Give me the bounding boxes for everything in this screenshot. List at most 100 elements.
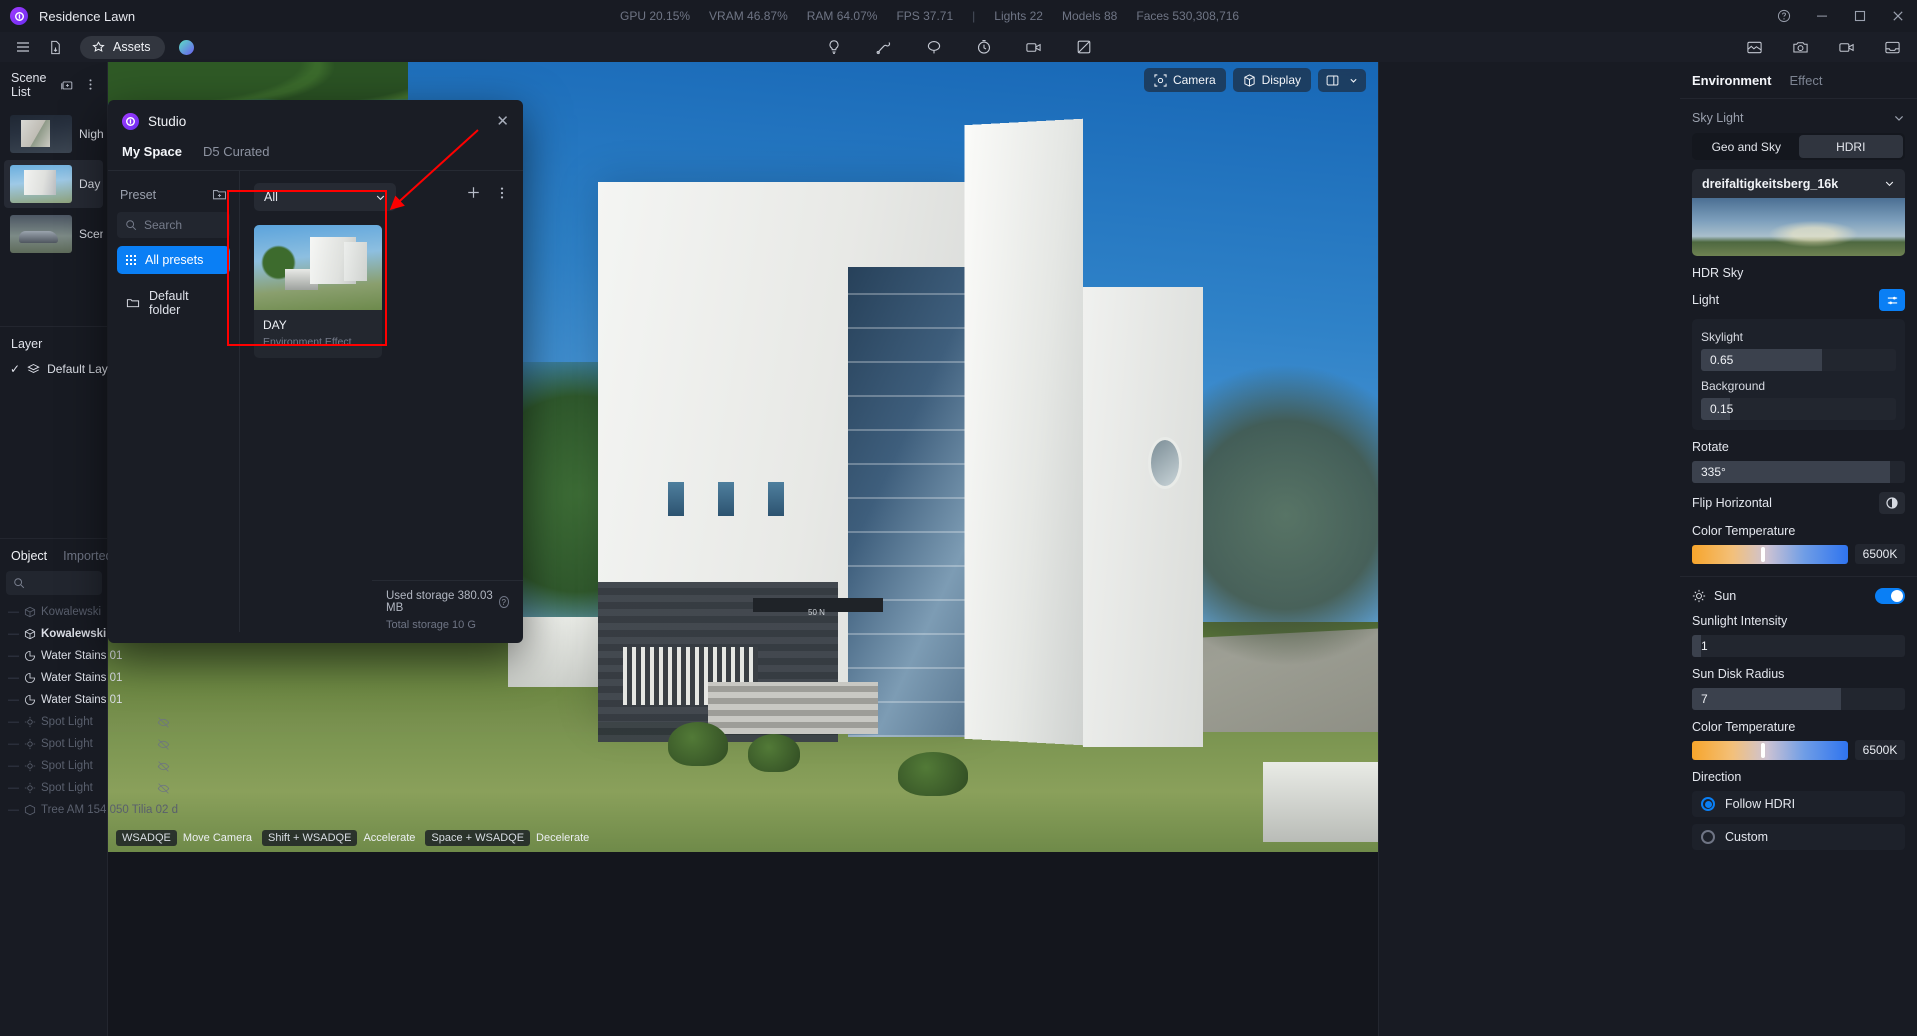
contrast-icon[interactable] — [1879, 492, 1905, 514]
eye-off-icon[interactable] — [157, 738, 170, 751]
object-row[interactable]: — Spot Light — [4, 711, 170, 733]
preset-filter-dropdown[interactable]: All — [254, 183, 396, 211]
sky-color-temperature-slider[interactable] — [1692, 544, 1848, 564]
slider-knob[interactable] — [1760, 742, 1765, 758]
close-icon[interactable] — [1879, 0, 1917, 32]
toolbar-left-group: Assets — [0, 34, 194, 60]
preset-search-input[interactable]: Search — [117, 212, 230, 238]
tree-line-icon: — — [8, 672, 19, 684]
object-row[interactable]: — Water Stains 01 — [4, 667, 122, 689]
hdri-preview-image[interactable] — [1692, 198, 1905, 256]
hamburger-menu-icon[interactable] — [8, 34, 38, 60]
video-camera-icon[interactable] — [1831, 34, 1861, 60]
direction-option-custom[interactable]: Custom — [1692, 824, 1905, 850]
scene-name: Scene — [79, 227, 103, 241]
display-button[interactable]: Display — [1232, 68, 1311, 92]
timer-icon[interactable] — [969, 34, 999, 60]
assets-button[interactable]: Assets — [80, 35, 165, 59]
object-search-input[interactable] — [6, 571, 102, 595]
eye-off-icon[interactable] — [157, 782, 170, 795]
plus-icon[interactable] — [466, 185, 481, 200]
close-icon[interactable]: ✕ — [496, 112, 509, 130]
object-row[interactable]: — Kowalewski — [4, 601, 108, 623]
eye-off-icon[interactable] — [157, 716, 170, 729]
object-row[interactable]: — Tree AM 154 050 Tilia 02 d — [4, 799, 178, 821]
folder-plus-icon[interactable] — [212, 187, 227, 202]
ai-orb-icon[interactable] — [178, 39, 194, 55]
layer-item-default[interactable]: ✓ Default Layer — [0, 357, 118, 381]
object-row[interactable]: — Water Stains 01 — [4, 689, 122, 711]
sunlight-intensity-value: 1 — [1701, 639, 1708, 653]
layout-grid-button[interactable] — [1318, 68, 1366, 92]
cube-icon — [24, 606, 36, 618]
studio-dialog: Studio ✕ My Space D5 Curated Preset Sear… — [108, 100, 523, 643]
app-title: Residence Lawn — [39, 8, 136, 24]
object-row[interactable]: — Spot Light — [4, 777, 170, 799]
sun-color-temperature-slider[interactable] — [1692, 740, 1848, 760]
chevron-down-icon[interactable] — [1893, 112, 1905, 124]
render-image-icon[interactable] — [1739, 34, 1769, 60]
tab-object[interactable]: Object — [11, 549, 47, 563]
hdri-select[interactable]: dreifaltigkeitsberg_16k — [1692, 169, 1905, 198]
tab-imported[interactable]: Imported — [63, 549, 112, 563]
no-effect-icon[interactable] — [1069, 34, 1099, 60]
material-icon — [24, 694, 36, 706]
cube-display-icon — [1243, 73, 1256, 87]
preset-card-day[interactable]: DAY Environment Effect — [254, 225, 382, 358]
sun-disk-radius-slider[interactable]: 7 — [1692, 688, 1905, 710]
paint-icon[interactable] — [919, 34, 949, 60]
tree-line-icon: — — [8, 650, 19, 662]
folder-label: All presets — [145, 253, 204, 267]
object-row[interactable]: — Water Stains 01 — [4, 645, 122, 667]
sky-light-section-header[interactable]: Sky Light — [1680, 99, 1917, 133]
slider-knob[interactable] — [1760, 546, 1765, 562]
file-import-icon[interactable] — [40, 34, 70, 60]
preset-card-meta: DAY Environment Effect — [254, 310, 382, 358]
tab-effect[interactable]: Effect — [1789, 73, 1822, 88]
inbox-icon[interactable] — [1877, 34, 1907, 60]
tree-line-icon: — — [8, 782, 19, 794]
wrench-icon[interactable] — [869, 34, 899, 60]
grid-dots-icon — [126, 255, 136, 265]
hint-decelerate: Space + WSADQE Decelerate — [425, 830, 589, 846]
help-icon[interactable] — [1765, 0, 1803, 32]
more-icon[interactable] — [495, 186, 509, 200]
minimize-icon[interactable] — [1803, 0, 1841, 32]
tab-environment[interactable]: Environment — [1692, 73, 1771, 88]
skylight-slider[interactable]: 0.65 — [1701, 349, 1896, 371]
studio-body: Preset Search All presets Default folder… — [108, 170, 523, 632]
object-tabs: Object Imported — [0, 539, 112, 571]
direction-option-follow-hdri[interactable]: Follow HDRI — [1692, 791, 1905, 817]
object-name: Water Stains 01 — [41, 694, 123, 706]
add-scene-icon[interactable] — [60, 78, 74, 92]
object-row[interactable]: — Spot Light — [4, 755, 170, 777]
seg-geo-and-sky[interactable]: Geo and Sky — [1694, 135, 1799, 158]
light-bulb-icon[interactable] — [819, 34, 849, 60]
tab-d5-curated[interactable]: D5 Curated — [203, 144, 269, 159]
tab-my-space[interactable]: My Space — [122, 144, 182, 159]
scene-more-icon[interactable] — [84, 78, 97, 92]
scene-item-scene[interactable]: Scene — [4, 210, 103, 258]
video-icon[interactable] — [1019, 34, 1049, 60]
background-slider[interactable]: 0.15 — [1701, 398, 1896, 420]
sunlight-intensity-slider[interactable]: 1 — [1692, 635, 1905, 657]
folder-default[interactable]: Default folder — [117, 282, 230, 324]
help-icon[interactable]: ? — [498, 596, 509, 608]
sun-toggle[interactable] — [1875, 588, 1905, 604]
seg-hdri[interactable]: HDRI — [1798, 135, 1903, 158]
folder-all-presets[interactable]: All presets — [117, 246, 230, 274]
scene-item-night[interactable]: Night — [4, 110, 103, 158]
camera-icon[interactable] — [1785, 34, 1815, 60]
scene-name: Day — [79, 177, 101, 191]
object-row[interactable]: — Spot Light — [4, 733, 170, 755]
camera-view-button[interactable]: Camera — [1143, 68, 1226, 92]
rotate-slider[interactable]: 335° — [1692, 461, 1905, 483]
eye-off-icon[interactable] — [157, 760, 170, 773]
viewport-entry-sign: 50 N — [808, 608, 825, 617]
hint-key: Shift + WSADQE — [261, 830, 358, 846]
sliders-icon[interactable] — [1879, 289, 1905, 311]
object-row[interactable]: — Kowalewski — [4, 623, 108, 645]
maximize-icon[interactable] — [1841, 0, 1879, 32]
check-icon[interactable]: ✓ — [10, 362, 20, 376]
scene-item-day[interactable]: Day — [4, 160, 103, 208]
